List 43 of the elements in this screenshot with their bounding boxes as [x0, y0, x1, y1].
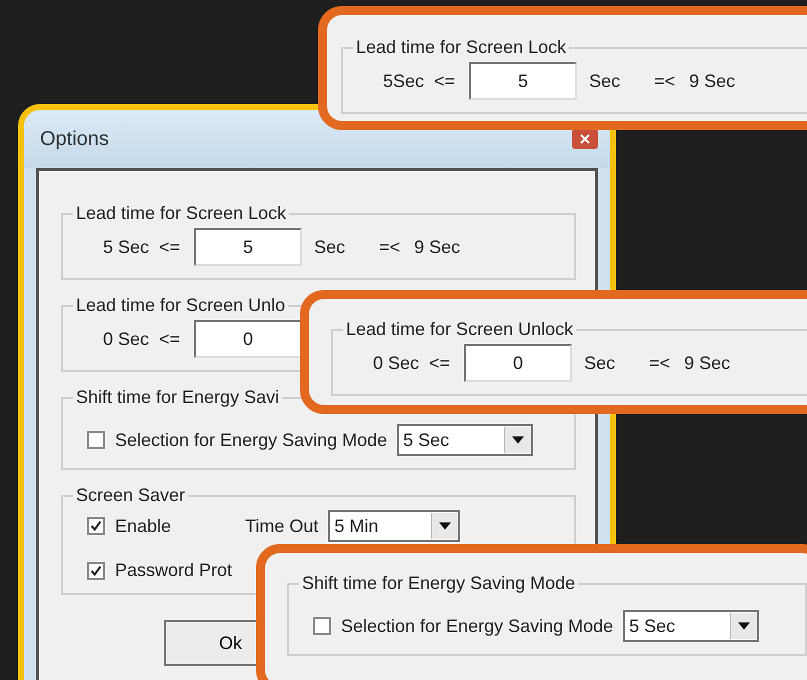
checkbox-label: Selection for Energy Saving Mode	[341, 616, 614, 636]
operator-label: <=	[429, 352, 450, 374]
operator-label: =<	[654, 70, 676, 92]
max-label: 9 Sec	[414, 236, 460, 258]
checkbox[interactable]	[313, 617, 331, 635]
group-title: Screen Saver	[75, 485, 186, 506]
min-label: 0 Sec	[373, 352, 420, 374]
dropdown-field[interactable]: 5 Sec	[397, 424, 534, 456]
checkbox[interactable]	[87, 517, 105, 535]
unit-label: Sec	[314, 236, 346, 258]
max-label: 9 Sec	[684, 352, 730, 374]
input-field[interactable]: 0	[194, 320, 302, 358]
input-field[interactable]: 5	[469, 62, 578, 100]
group-title: Lead time for Screen Lock	[75, 203, 288, 224]
unit-label: Sec	[584, 352, 616, 374]
min-label: 5Sec	[383, 70, 424, 92]
unit-label: Sec	[589, 70, 620, 92]
operator-label: <=	[434, 70, 456, 92]
input-field[interactable]: 0	[464, 344, 572, 382]
timeout-label: Time Out	[245, 516, 318, 536]
group-title: Shift time for Energy Savi	[75, 387, 280, 408]
group-title: Lead time for Screen Unlock	[345, 319, 574, 340]
checkbox-label: Enable	[115, 516, 172, 536]
max-label: 9 Sec	[689, 70, 736, 92]
window-title: Options	[40, 128, 109, 150]
min-label: 0 Sec	[103, 328, 150, 350]
checkbox-label: Password Prot	[115, 560, 232, 581]
min-label: 5 Sec	[103, 236, 150, 258]
operator-label: =<	[379, 236, 400, 258]
dropdown-field[interactable]: 5 Sec	[623, 610, 760, 642]
group-title: Lead time for Screen Lock	[355, 37, 568, 58]
checkbox-label: Selection for Energy Saving Mode	[115, 430, 388, 450]
close-icon[interactable]	[572, 129, 598, 149]
checkbox[interactable]	[87, 431, 105, 449]
group-title: Shift time for Energy Saving Mode	[301, 573, 576, 594]
operator-label: <=	[159, 236, 180, 258]
ok-button[interactable]: Ok	[164, 620, 256, 666]
input-field[interactable]: 5	[194, 228, 302, 266]
operator-label: =<	[649, 352, 670, 374]
operator-label: <=	[159, 328, 180, 350]
checkbox[interactable]	[87, 562, 105, 580]
dropdown-field[interactable]: 5 Min	[328, 510, 460, 542]
group-title: Lead time for Screen Unlo	[75, 295, 286, 316]
